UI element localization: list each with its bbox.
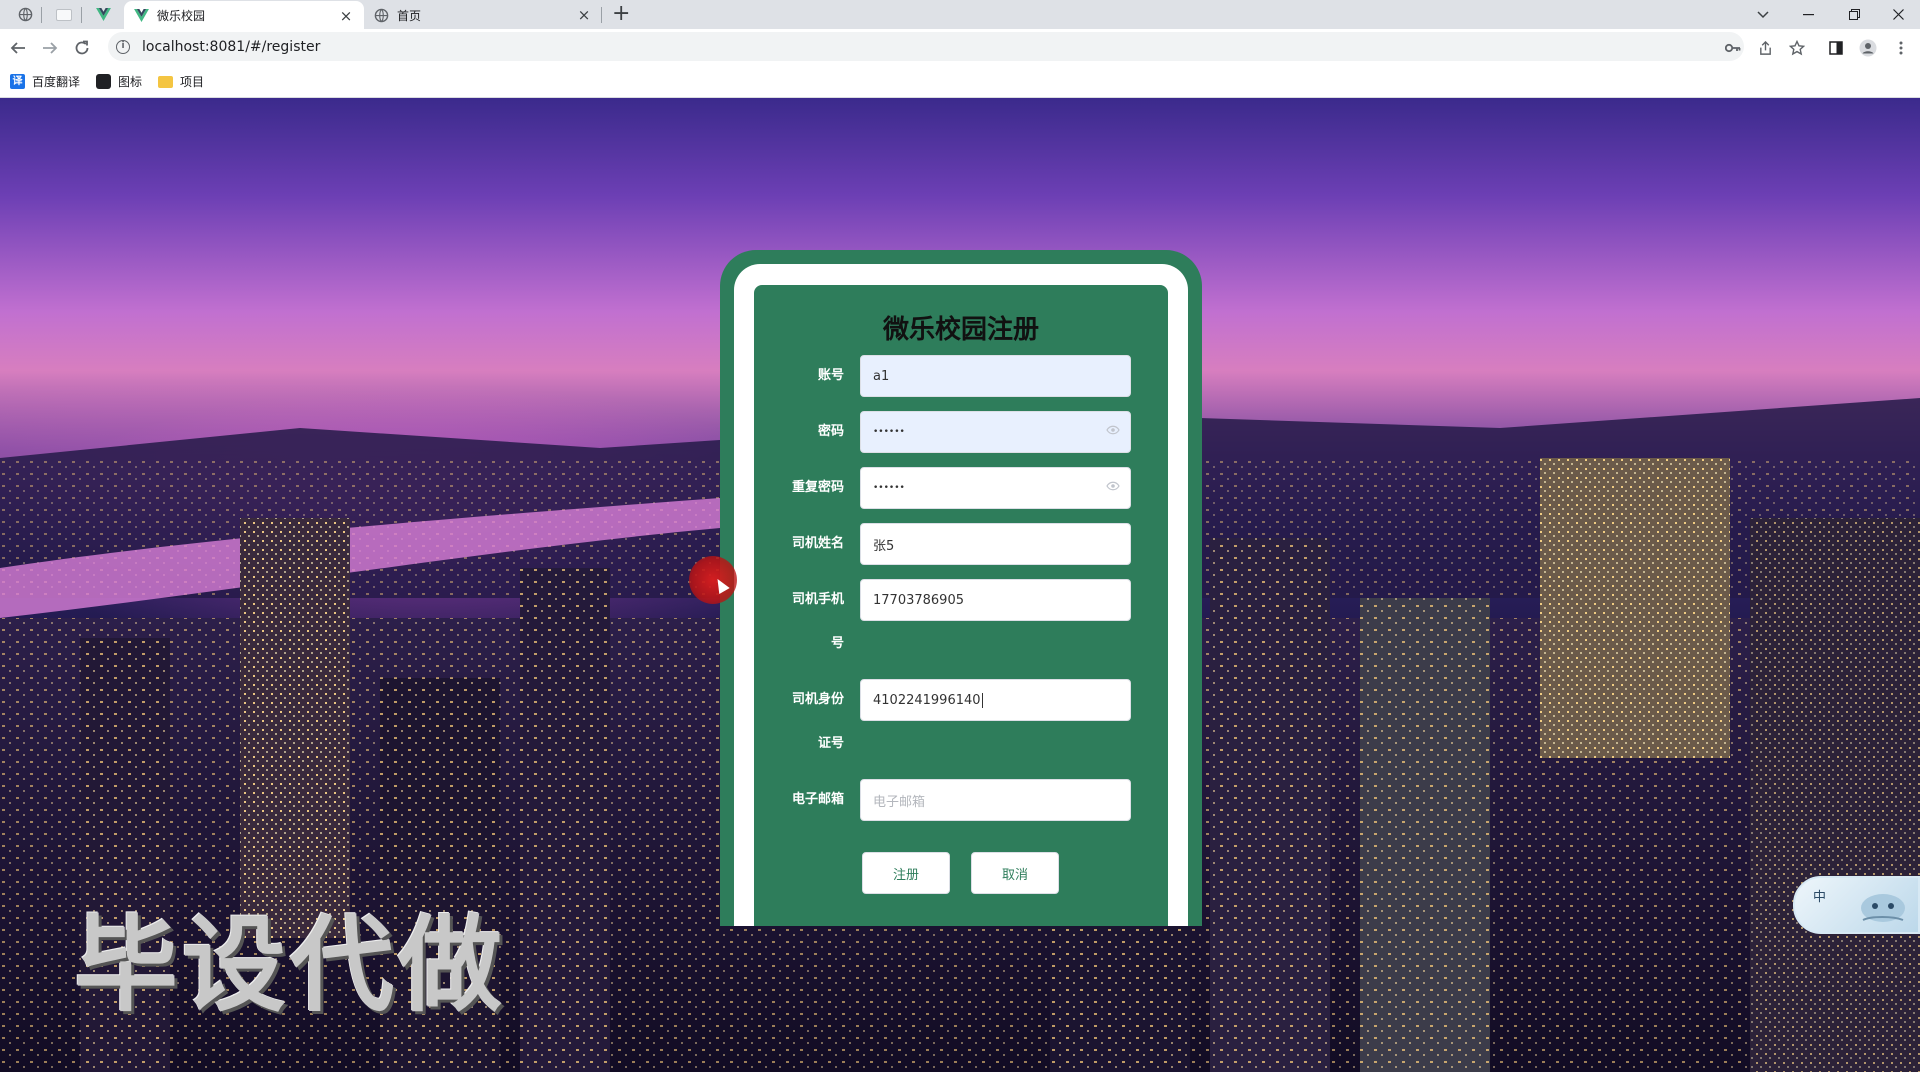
- cancel-button[interactable]: 取消: [971, 852, 1059, 894]
- tab-close-icon[interactable]: ×: [338, 8, 354, 24]
- driver-phone-value: 17703786905: [873, 592, 964, 608]
- minimize-icon: [1802, 13, 1814, 15]
- ime-mode-label: 中: [1813, 890, 1827, 905]
- email-placeholder: 电子邮箱: [873, 794, 926, 810]
- driver-name-value: 张5: [873, 538, 895, 554]
- tab-title: 微乐校园: [157, 9, 206, 23]
- tab-separator: [601, 7, 602, 23]
- tab-search-button[interactable]: [1741, 0, 1785, 29]
- star-icon: [1789, 40, 1805, 56]
- close-icon: [1892, 9, 1904, 20]
- chevron-down-icon: [1757, 10, 1769, 18]
- account-input[interactable]: a1: [860, 355, 1131, 397]
- bookmark-projects[interactable]: 项目: [158, 73, 204, 90]
- folder-icon: [158, 75, 174, 88]
- arrow-left-icon: [10, 42, 25, 54]
- restore-button[interactable]: [1832, 0, 1876, 29]
- arrow-right-icon: [43, 42, 58, 54]
- tab-inactive[interactable]: 首页 ×: [364, 1, 602, 29]
- account-label: 账号: [817, 368, 844, 383]
- driver-phone-input[interactable]: 17703786905: [860, 579, 1131, 621]
- info-icon[interactable]: i: [116, 39, 130, 54]
- browser-menu-button[interactable]: [1888, 35, 1914, 61]
- address-bar[interactable]: i localhost:8081/#/register: [108, 32, 1744, 61]
- globe-icon: [18, 7, 32, 22]
- watermark-text: 毕设代做: [74, 904, 507, 1026]
- driver-id-value: 4102241996140: [873, 692, 981, 708]
- bookmark-baidu-translate[interactable]: 译 百度翻译: [10, 73, 80, 90]
- bookmarks-bar: 译 百度翻译 图标 项目: [0, 66, 1920, 98]
- profile-button[interactable]: [1855, 35, 1881, 61]
- translate-icon: 译: [10, 74, 25, 89]
- tab-active[interactable]: 微乐校园 ×: [124, 1, 364, 30]
- back-button[interactable]: [4, 34, 32, 62]
- eye-icon[interactable]: [1106, 425, 1120, 435]
- share-button[interactable]: [1752, 35, 1778, 61]
- blank-page-icon: [56, 8, 72, 21]
- address-url[interactable]: localhost:8081/#/register: [142, 39, 320, 55]
- password-input[interactable]: ••••••: [860, 411, 1131, 453]
- tab-title: 首页: [397, 8, 422, 23]
- page-viewport: 微乐校园注册 账号 a1 密码 •••••• 重复密码 •••••• 司机姓名 …: [0, 98, 1920, 1072]
- repeat-password-label: 重复密码: [791, 480, 844, 495]
- tab-separator: [41, 7, 42, 23]
- form-title: 微乐校园注册: [882, 315, 1039, 345]
- text-caret: [981, 692, 983, 708]
- restore-icon: [1848, 9, 1860, 20]
- driver-id-label: 司机身份: [791, 692, 844, 707]
- repeat-password-value: ••••••: [873, 483, 905, 493]
- tab-pinned-globe[interactable]: [8, 0, 42, 29]
- register-card: 微乐校园注册 账号 a1 密码 •••••• 重复密码 •••••• 司机姓名 …: [720, 250, 1202, 926]
- reload-button[interactable]: [68, 34, 96, 62]
- ime-floating-widget[interactable]: 中: [1793, 876, 1920, 934]
- tab-pinned-blank[interactable]: [46, 0, 82, 29]
- key-icon: [1725, 43, 1741, 53]
- bookmark-label: 百度翻译: [32, 75, 81, 89]
- driver-name-label: 司机姓名: [791, 536, 844, 551]
- driver-id-label-wrap: 证号: [817, 736, 844, 751]
- side-panel-icon: [1829, 41, 1843, 55]
- more-vert-icon: [1899, 41, 1903, 55]
- close-window-button[interactable]: [1876, 0, 1920, 29]
- password-key-button[interactable]: [1720, 35, 1746, 61]
- ime-mascot-icon: [1861, 894, 1905, 922]
- bookmark-label: 项目: [180, 75, 205, 89]
- share-icon: [1759, 40, 1771, 55]
- register-button[interactable]: 注册: [862, 852, 950, 894]
- driver-name-input[interactable]: 张5: [860, 523, 1131, 565]
- driver-phone-label: 司机手机: [791, 592, 844, 607]
- email-input[interactable]: 电子邮箱: [860, 779, 1131, 821]
- tab-close-icon[interactable]: ×: [576, 7, 592, 23]
- password-label: 密码: [817, 424, 844, 439]
- eye-icon[interactable]: [1106, 481, 1120, 491]
- bookmark-star-button[interactable]: [1784, 35, 1810, 61]
- vue-icon: [134, 9, 149, 22]
- register-form: 微乐校园注册 账号 a1 密码 •••••• 重复密码 •••••• 司机姓名 …: [754, 285, 1168, 926]
- minimize-button[interactable]: [1786, 0, 1830, 29]
- reload-icon: [75, 40, 89, 55]
- vue-icon: [95, 8, 111, 21]
- new-tab-button[interactable]: +: [612, 2, 630, 26]
- forward-button[interactable]: [36, 34, 64, 62]
- password-value: ••••••: [873, 427, 905, 437]
- tab-pinned-vue[interactable]: [86, 0, 120, 29]
- tab-strip: 微乐校园 × 首页 × +: [0, 0, 1920, 30]
- account-value: a1: [873, 368, 890, 384]
- repeat-password-input[interactable]: ••••••: [860, 467, 1131, 509]
- email-label: 电子邮箱: [791, 792, 844, 807]
- driver-id-input[interactable]: 4102241996140: [860, 679, 1131, 721]
- avatar-icon: [1859, 39, 1877, 57]
- image-icon: [96, 74, 112, 89]
- side-panel-button[interactable]: [1823, 35, 1849, 61]
- driver-phone-label-wrap: 号: [830, 636, 844, 651]
- bookmark-icons[interactable]: 图标: [96, 73, 142, 90]
- bookmark-label: 图标: [118, 75, 143, 89]
- browser-toolbar: i localhost:8081/#/register: [0, 29, 1920, 66]
- tab-separator: [81, 7, 82, 23]
- globe-icon: [374, 8, 389, 22]
